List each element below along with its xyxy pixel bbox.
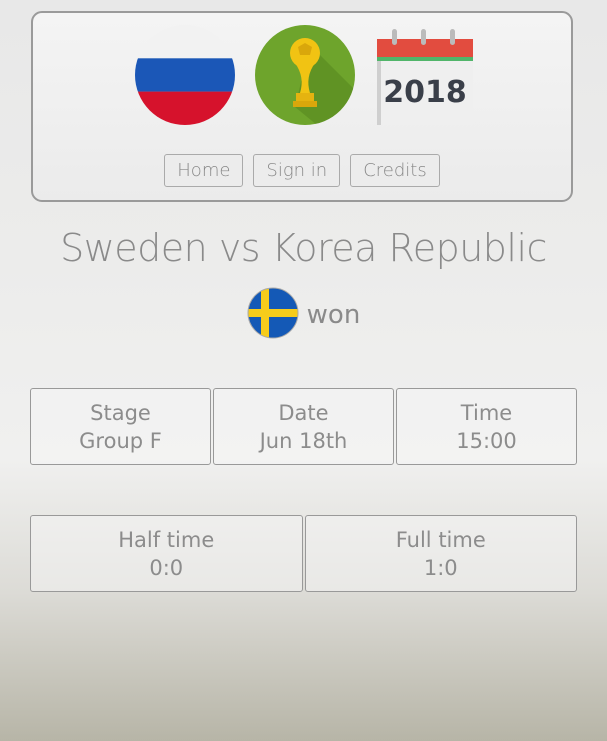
credits-button[interactable]: Credits [350,154,440,187]
time-cell: Time 15:00 [396,388,577,465]
full-time-label: Full time [395,527,486,552]
calendar-year: 2018 [383,75,467,110]
nav-bar: Home Sign in Credits [33,154,571,187]
date-cell: Date Jun 18th [213,388,394,465]
stage-cell: Stage Group F [30,388,211,465]
russia-flag-icon [135,25,235,125]
calendar-icon: 2018 [377,25,477,125]
result-text: won [306,300,361,330]
date-value: Jun 18th [259,428,348,453]
full-time-value: 1:0 [423,555,458,580]
half-time-label: Half time [118,527,215,552]
winner-row: won [0,287,607,343]
home-button[interactable]: Home [164,154,244,187]
score-row: Half time 0:0 Full time 1:0 [30,515,577,592]
time-label: Time [460,400,513,425]
stage-label: Stage [90,400,151,425]
stage-value: Group F [79,428,162,453]
sweden-flag-icon [247,287,299,343]
date-label: Date [278,400,329,425]
time-value: 15:00 [456,428,517,453]
header-card: 2018 Home Sign in Credits [31,11,573,202]
trophy-icon [255,25,355,125]
half-time-value: 0:0 [149,555,184,580]
sign-in-button[interactable]: Sign in [253,154,341,187]
full-time-cell: Full time 1:0 [304,515,577,592]
match-title: Sweden vs Korea Republic [60,226,547,270]
match-info-row: Stage Group F Date Jun 18th Time 15:00 [30,388,577,465]
half-time-cell: Half time 0:0 [30,515,303,592]
